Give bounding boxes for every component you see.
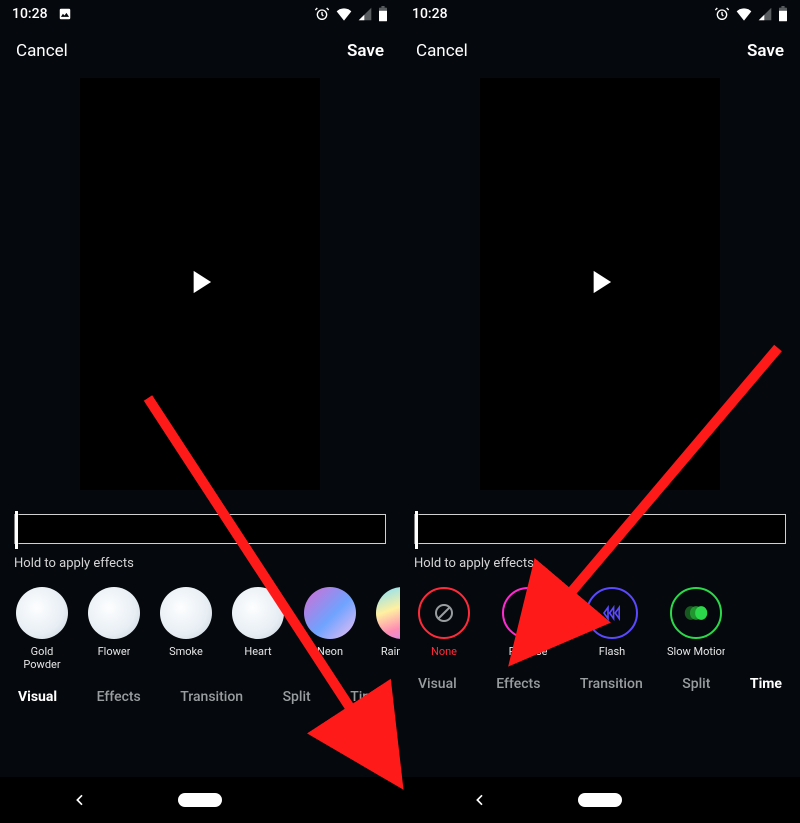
effect-label: Rainbow — [381, 645, 400, 658]
effect-neon[interactable]: Neon — [302, 587, 358, 658]
effect-rainbow[interactable]: Rainbow — [374, 587, 400, 658]
effect-label: Neon — [317, 645, 343, 658]
tab-visual[interactable]: Visual — [418, 676, 457, 692]
screen-right-time-effects: 10:28 Cancel Save — [400, 0, 800, 823]
battery-icon — [778, 6, 788, 22]
flash-icon — [600, 604, 624, 622]
status-time: 10:28 — [412, 6, 448, 22]
effect-category-tabs: Visual Effects Transition Split Time — [0, 671, 400, 705]
effect-thumbnail — [376, 587, 400, 639]
wifi-icon — [336, 7, 352, 21]
effect-thumbnail — [16, 587, 68, 639]
effect-ring — [670, 587, 722, 639]
effect-gold-powder[interactable]: Gold Powder — [14, 587, 70, 671]
tab-visual[interactable]: Visual — [18, 689, 57, 705]
cancel-button[interactable]: Cancel — [16, 41, 68, 61]
battery-icon — [378, 6, 388, 22]
cancel-button[interactable]: Cancel — [416, 41, 468, 61]
effect-label: Reverse — [509, 645, 548, 658]
status-bar: 10:28 — [400, 0, 800, 28]
video-preview[interactable] — [80, 78, 320, 490]
back-icon[interactable] — [472, 792, 488, 808]
effect-label: Slow Motion — [667, 645, 725, 658]
tab-split[interactable]: Split — [682, 676, 710, 692]
play-icon[interactable] — [181, 263, 219, 305]
effect-label: Gold Powder — [14, 645, 70, 671]
status-bar: 10:28 — [0, 0, 400, 28]
tab-time[interactable]: Time — [350, 689, 382, 705]
app-header: Cancel Save — [400, 28, 800, 74]
effect-label: Flash — [599, 645, 625, 658]
home-button[interactable] — [578, 793, 622, 807]
effects-strip-visual[interactable]: Gold Powder Flower Smoke Heart Neon Rain… — [0, 581, 400, 671]
hold-instruction: Hold to apply effects — [400, 544, 800, 581]
effect-label: Heart — [244, 645, 271, 658]
effect-flower[interactable]: Flower — [86, 587, 142, 658]
back-icon[interactable] — [72, 792, 88, 808]
save-button[interactable]: Save — [747, 41, 784, 61]
none-icon — [432, 601, 456, 625]
video-preview[interactable] — [480, 78, 720, 490]
tab-effects[interactable]: Effects — [496, 676, 540, 692]
tab-transition[interactable]: Transition — [180, 689, 243, 705]
effects-strip-time[interactable]: None Reverse Flash — [400, 581, 800, 658]
video-preview-area — [0, 74, 400, 490]
timeline-handle[interactable] — [15, 511, 18, 549]
tab-effects[interactable]: Effects — [97, 689, 141, 705]
timeline-handle[interactable] — [415, 511, 418, 549]
alarm-icon — [314, 6, 330, 22]
effect-flash[interactable]: Flash — [582, 587, 642, 658]
play-icon[interactable] — [581, 263, 619, 305]
effect-reverse[interactable]: Reverse — [498, 587, 558, 658]
save-button[interactable]: Save — [347, 41, 384, 61]
effect-slow-motion[interactable]: Slow Motion — [666, 587, 726, 658]
effect-none[interactable]: None — [414, 587, 474, 658]
tab-transition[interactable]: Transition — [580, 676, 643, 692]
effect-ring — [418, 587, 470, 639]
wifi-icon — [736, 7, 752, 21]
hourglass-icon — [517, 602, 539, 624]
home-button[interactable] — [178, 793, 222, 807]
slow-motion-icon — [683, 604, 709, 622]
app-header: Cancel Save — [0, 28, 400, 74]
alarm-icon — [714, 6, 730, 22]
tab-split[interactable]: Split — [283, 689, 311, 705]
cell-signal-icon — [758, 7, 772, 21]
image-indicator-icon — [58, 7, 72, 21]
effect-label: Flower — [98, 645, 131, 658]
cell-signal-icon — [358, 7, 372, 21]
timeline[interactable] — [14, 514, 386, 544]
effect-thumbnail — [160, 587, 212, 639]
system-nav-bar — [0, 777, 400, 823]
effect-ring — [586, 587, 638, 639]
effect-ring — [502, 587, 554, 639]
tutorial-image: 10:28 Canc — [0, 0, 800, 823]
hold-instruction: Hold to apply effects — [0, 544, 400, 581]
effect-category-tabs: Visual Effects Transition Split Time — [400, 658, 800, 692]
effect-label: None — [431, 645, 457, 658]
effect-smoke[interactable]: Smoke — [158, 587, 214, 658]
status-time: 10:28 — [12, 6, 48, 22]
effect-thumbnail — [88, 587, 140, 639]
tab-time[interactable]: Time — [750, 676, 782, 692]
effect-heart[interactable]: Heart — [230, 587, 286, 658]
screen-left-visual-effects: 10:28 Canc — [0, 0, 400, 823]
effect-label: Smoke — [169, 645, 203, 658]
timeline[interactable] — [414, 514, 786, 544]
effect-thumbnail — [232, 587, 284, 639]
video-preview-area — [400, 74, 800, 490]
effect-thumbnail — [304, 587, 356, 639]
system-nav-bar — [400, 777, 800, 823]
